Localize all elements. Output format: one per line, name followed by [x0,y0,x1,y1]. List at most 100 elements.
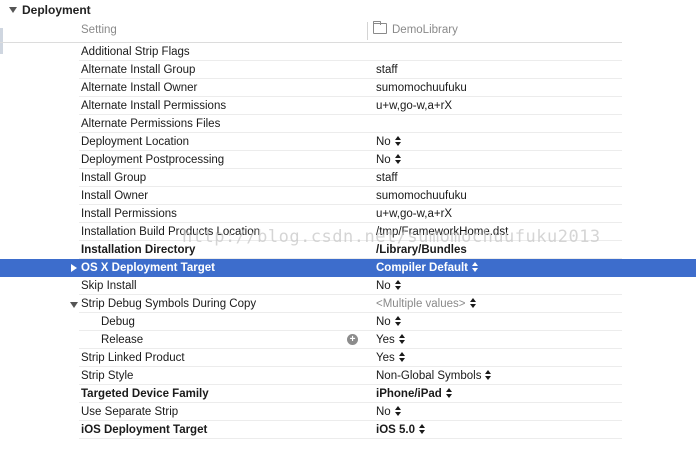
settings-table: Additional Strip Flags Alternate Install… [0,43,696,439]
setting-name: OS X Deployment Target [81,262,215,274]
row-strip-linked-product[interactable]: Strip Linked Product Yes [0,349,696,367]
setting-name: Additional Strip Flags [81,46,190,58]
setting-value[interactable]: u+w,go-w,a+rX [376,205,452,223]
row-install-group[interactable]: Install Group staff [0,169,696,187]
setting-name: Alternate Install Owner [81,82,198,94]
setting-value: Yes [376,352,395,364]
stepper-arrows-icon[interactable] [394,135,401,146]
row-targeted-device-family[interactable]: Targeted Device Family iPhone/iPad [0,385,696,403]
row-deployment-postprocessing[interactable]: Deployment Postprocessing No [0,151,696,169]
section-title: Deployment [22,3,91,17]
setting-name: Alternate Permissions Files [81,118,221,130]
setting-name: Use Separate Strip [81,406,179,418]
setting-name: Installation Directory [81,244,196,256]
row-strip-debug-symbols-release[interactable]: Release + Yes [0,331,696,349]
row-ios-deployment-target[interactable]: iOS Deployment Target iOS 5.0 [0,421,696,439]
stepper-arrows-icon[interactable] [419,423,425,434]
stepper-arrows-icon[interactable] [394,405,401,416]
section-header-deployment[interactable]: Deployment [0,0,696,20]
setting-value-popup[interactable]: iOS 5.0 [376,421,425,439]
setting-name: Strip Linked Product [81,352,185,364]
setting-value-popup[interactable]: iPhone/iPad [376,385,452,403]
setting-value: iPhone/iPad [376,388,442,400]
setting-name: Deployment Location [81,136,190,148]
stepper-arrows-icon[interactable] [398,333,405,344]
plus-circle-icon[interactable]: + [347,334,358,345]
setting-name: Install Owner [81,190,149,202]
setting-value: Yes [376,334,395,346]
setting-value: No [376,316,391,328]
setting-value[interactable]: /tmp/FrameworkHome.dst [376,223,508,241]
setting-name: Release [101,334,144,346]
setting-value-popup[interactable]: No [376,313,401,331]
row-additional-strip-flags[interactable]: Additional Strip Flags [0,43,696,61]
row-alternate-install-group[interactable]: Alternate Install Group staff [0,61,696,79]
setting-value: No [376,280,391,292]
setting-value: Compiler Default [376,262,469,274]
disclosure-triangle-icon[interactable] [71,264,77,272]
stepper-arrows-icon[interactable] [394,315,401,326]
row-divider [79,438,622,439]
setting-name: Alternate Install Group [81,64,196,76]
row-strip-debug-symbols[interactable]: Strip Debug Symbols During Copy <Multipl… [0,295,696,313]
setting-value-popup[interactable]: Yes [376,331,405,349]
setting-value-popup[interactable]: No [376,133,401,151]
setting-value[interactable]: staff [376,169,398,187]
setting-value[interactable]: u+w,go-w,a+rX [376,97,452,115]
setting-name: Alternate Install Permissions [81,100,227,112]
setting-value[interactable]: sumomochuufuku [376,79,467,97]
setting-name: Debug [101,316,135,328]
row-skip-install[interactable]: Skip Install No [0,277,696,295]
setting-value-popup[interactable]: Compiler Default [376,259,479,277]
row-use-separate-strip[interactable]: Use Separate Strip No [0,403,696,421]
column-header: Setting DemoLibrary [0,20,622,43]
stepper-arrows-icon[interactable] [398,351,405,362]
row-install-owner[interactable]: Install Owner sumomochuufuku [0,187,696,205]
folder-icon [373,21,387,34]
column-header-target[interactable]: DemoLibrary [392,24,458,36]
stepper-arrows-icon[interactable] [472,261,479,272]
setting-value: No [376,154,391,166]
setting-value[interactable]: /Library/Bundles [376,241,467,259]
row-installation-directory[interactable]: Installation Directory /Library/Bundles [0,241,696,259]
setting-value-popup[interactable]: No [376,403,401,421]
setting-value: iOS 5.0 [376,424,415,436]
row-strip-style[interactable]: Strip Style Non-Global Symbols [0,367,696,385]
setting-name: iOS Deployment Target [81,424,208,436]
stepper-arrows-icon[interactable] [394,279,401,290]
column-divider [367,22,368,40]
setting-value[interactable]: staff [376,61,398,79]
setting-value-popup[interactable]: Yes [376,349,405,367]
setting-value-popup[interactable]: No [376,151,401,169]
stepper-arrows-icon[interactable] [485,369,492,380]
row-installation-build-products-location[interactable]: Installation Build Products Location /tm… [0,223,696,241]
disclosure-triangle-icon[interactable] [9,7,17,13]
row-alternate-install-permissions[interactable]: Alternate Install Permissions u+w,go-w,a… [0,97,696,115]
setting-value-popup[interactable]: Non-Global Symbols [376,367,492,385]
setting-value-popup[interactable]: <Multiple values> [376,295,476,313]
setting-name: Install Permissions [81,208,177,220]
disclosure-triangle-icon[interactable] [70,302,78,308]
row-strip-debug-symbols-debug[interactable]: Debug No [0,313,696,331]
setting-name: Strip Style [81,370,134,382]
setting-value[interactable]: sumomochuufuku [376,187,467,205]
setting-value: No [376,136,391,148]
row-deployment-location[interactable]: Deployment Location No [0,133,696,151]
setting-name: Skip Install [81,280,137,292]
setting-value-popup[interactable]: No [376,277,401,295]
row-install-permissions[interactable]: Install Permissions u+w,go-w,a+rX [0,205,696,223]
row-alternate-install-owner[interactable]: Alternate Install Owner sumomochuufuku [0,79,696,97]
setting-name: Strip Debug Symbols During Copy [81,298,257,310]
row-alternate-permissions-files[interactable]: Alternate Permissions Files [0,115,696,133]
setting-name: Install Group [81,172,147,184]
setting-value: Non-Global Symbols [376,370,482,382]
setting-name: Targeted Device Family [81,388,209,400]
stepper-arrows-icon[interactable] [394,153,401,164]
row-osx-deployment-target[interactable]: OS X Deployment Target Compiler Default [0,259,696,277]
setting-value: No [376,406,391,418]
setting-value: <Multiple values> [376,298,466,310]
setting-name: Deployment Postprocessing [81,154,225,166]
setting-name: Installation Build Products Location [81,226,260,238]
stepper-arrows-icon[interactable] [469,297,476,308]
stepper-arrows-icon[interactable] [445,387,452,398]
